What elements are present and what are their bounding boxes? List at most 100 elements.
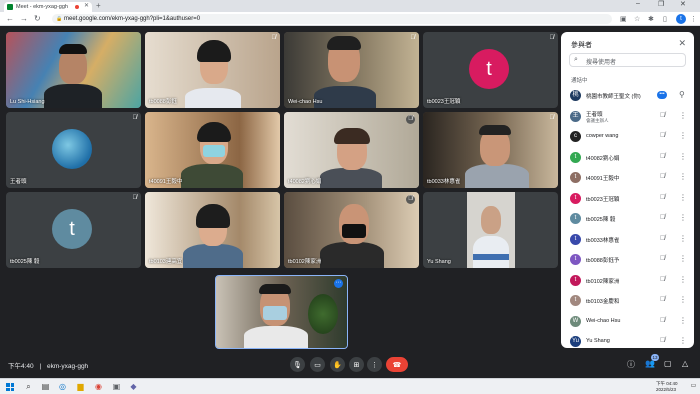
- mic-off-icon: 🎙̸: [660, 255, 666, 262]
- close-tab-icon[interactable]: ✕: [84, 2, 89, 9]
- video-tile[interactable]: t40091王毅中: [145, 112, 280, 188]
- video-tile[interactable]: 🎙̸ tb0102陳家洲: [284, 192, 419, 268]
- participant-row[interactable]: t tb0025陳 毅 🎙̸ ⋮: [567, 209, 692, 229]
- search-icon[interactable]: ⌕: [23, 381, 34, 392]
- mic-off-icon: 🎙̸: [660, 316, 666, 324]
- address-bar[interactable]: 🔒 meet.google.com/ekm-yxag-ggh?pli=1&aut…: [52, 14, 612, 24]
- raise-hand-button[interactable]: ✋: [330, 357, 345, 372]
- participant-row[interactable]: W Wei-chao Hsu 🎙̸ ⋮: [567, 312, 692, 332]
- teams-icon[interactable]: ◆: [128, 381, 139, 392]
- video-tile[interactable]: t 🎙̸ tb0023王冠穎: [423, 32, 558, 108]
- more-options-icon[interactable]: ⋮: [679, 152, 687, 161]
- more-options-icon[interactable]: ⋮: [679, 254, 687, 263]
- app-icon[interactable]: ▣: [111, 381, 122, 392]
- hair: [197, 40, 231, 62]
- more-options-icon[interactable]: ⋮: [679, 234, 687, 243]
- participant-row[interactable]: Yu Yu Shang 🎙̸ ⋮: [567, 332, 692, 348]
- sidebar-icon[interactable]: ▯: [663, 15, 667, 23]
- recording-dot-icon: [75, 5, 79, 9]
- close-window-icon[interactable]: ✕: [680, 0, 686, 8]
- meeting-time: 下午4:40: [8, 363, 34, 370]
- mic-off-icon: 🎙̸: [660, 337, 666, 344]
- participant-row[interactable]: t tb0103金慶和 🎙̸ ⋮: [567, 291, 692, 311]
- camera-button[interactable]: ▭: [310, 357, 325, 372]
- back-icon[interactable]: ←: [6, 14, 14, 23]
- video-tile[interactable]: Lu Shi-Hsiang: [6, 32, 141, 108]
- more-options-icon[interactable]: ⋮: [679, 193, 687, 202]
- notification-icon[interactable]: ▭: [688, 381, 699, 392]
- hair: [259, 284, 291, 294]
- more-options-icon[interactable]: ⋮: [679, 131, 687, 140]
- chat-icon[interactable]: ▢: [664, 359, 672, 368]
- pin-icon[interactable]: ⚲: [679, 90, 685, 99]
- participant-row[interactable]: c cowper wang 🎙̸ ⋮: [567, 127, 692, 147]
- video-tile[interactable]: t 🎙̸ tb0025陳 毅: [6, 192, 141, 268]
- activities-icon[interactable]: △: [682, 359, 688, 368]
- camera-in-use-icon[interactable]: ▣: [620, 15, 627, 23]
- tile-name: tb0033林惠雀: [427, 179, 461, 185]
- video-tile[interactable]: 🎙̸ tb0033林惠雀: [423, 112, 558, 188]
- tile-name: t40091王毅中: [149, 179, 183, 185]
- leave-call-button[interactable]: ☎: [386, 357, 408, 372]
- profile-avatar[interactable]: t: [676, 14, 686, 24]
- windows-start-icon[interactable]: [6, 383, 14, 391]
- minimize-icon[interactable]: –: [636, 0, 640, 7]
- person-silhouette: [244, 326, 308, 348]
- microphone-button[interactable]: 🎙: [290, 357, 305, 372]
- present-button[interactable]: ⊞: [349, 357, 364, 372]
- video-tile[interactable]: tb0103連高宜: [145, 192, 280, 268]
- more-options-icon[interactable]: ⋯: [334, 279, 343, 288]
- person-face: [481, 206, 501, 234]
- more-options-icon[interactable]: ⋮: [679, 336, 687, 345]
- file-explorer-icon[interactable]: ▆: [75, 381, 86, 392]
- participant-row[interactable]: 桃桃園市教師王聖文 (你) ••• ⚲: [567, 86, 692, 106]
- hair: [327, 36, 361, 50]
- meeting-info-icon[interactable]: ⓘ: [627, 359, 635, 370]
- participant-row[interactable]: t tb0023王冠穎 🎙̸ ⋮: [567, 189, 692, 209]
- person-silhouette: [320, 168, 382, 188]
- menu-kebab-icon[interactable]: ⋮: [690, 15, 697, 23]
- close-panel-icon[interactable]: ✕: [678, 38, 686, 49]
- search-people-input[interactable]: ⌕ 搜尋使用者: [569, 53, 686, 67]
- more-options-icon[interactable]: ⋮: [679, 111, 687, 120]
- more-options-icon[interactable]: ⋮: [679, 275, 687, 284]
- maximize-icon[interactable]: ❐: [658, 0, 664, 8]
- video-tile[interactable]: 🎙̸ Wei-chao Hsu: [284, 32, 419, 108]
- participant-row[interactable]: t t40091王毅中 🎙̸ ⋮: [567, 168, 692, 188]
- mic-off-icon: 🎙̸: [406, 115, 415, 124]
- video-tile[interactable]: 🎙̸ t40082劉心娟: [284, 112, 419, 188]
- tile-name: tb0102陳家洲: [288, 259, 322, 265]
- reload-icon[interactable]: ↻: [34, 14, 41, 23]
- participant-name: tb0025陳 毅: [586, 217, 616, 223]
- participant-name: tb0103金慶和: [586, 299, 620, 305]
- more-options-button[interactable]: ⋮: [367, 357, 382, 372]
- video-tile[interactable]: 🎙̸ tb0088彭鈺: [145, 32, 280, 108]
- panel-title: 參與者: [571, 42, 592, 49]
- extensions-icon[interactable]: ✱: [648, 15, 654, 23]
- participant-row[interactable]: t tb0088彭鈺予 🎙̸ ⋮: [567, 250, 692, 270]
- more-options-icon[interactable]: ⋮: [679, 295, 687, 304]
- edge-icon[interactable]: ◎: [57, 381, 68, 392]
- video-tile[interactable]: 🎙̸ 王者頭: [6, 112, 141, 188]
- more-options-icon[interactable]: ⋮: [679, 316, 687, 325]
- video-tile[interactable]: Yu Shang: [423, 192, 558, 268]
- new-tab-icon[interactable]: +: [96, 1, 101, 10]
- chrome-icon[interactable]: ◉: [93, 381, 104, 392]
- mic-off-icon: 🎙̸: [132, 115, 138, 121]
- more-options-icon[interactable]: ⋮: [679, 172, 687, 181]
- shirt-stripe: [473, 254, 509, 260]
- clock-date[interactable]: 2022/5/23: [656, 387, 676, 392]
- more-options-icon[interactable]: ⋮: [679, 213, 687, 222]
- participant-row[interactable]: t tb0033林惠雀 🎙̸ ⋮: [567, 230, 692, 250]
- bookmark-star-icon[interactable]: ☆: [634, 15, 640, 23]
- self-view-tile[interactable]: ⋯: [215, 275, 348, 349]
- person-silhouette: [320, 242, 384, 268]
- participant-avatar: t: [570, 192, 581, 204]
- task-view-icon[interactable]: ▤: [40, 381, 51, 392]
- participant-row[interactable]: t tb0102陳家洲 🎙̸ ⋮: [567, 271, 692, 291]
- participant-row[interactable]: 王王者頭 會議主辦人 🎙̸ ⋮: [567, 107, 692, 127]
- browser-tab[interactable]: Meet - ekm-yxag-ggh ✕: [4, 2, 92, 12]
- participant-row[interactable]: t t40082劉心娟 🎙̸ ⋮: [567, 148, 692, 168]
- forward-icon[interactable]: →: [20, 14, 28, 23]
- section-heading: 通話中: [571, 78, 588, 84]
